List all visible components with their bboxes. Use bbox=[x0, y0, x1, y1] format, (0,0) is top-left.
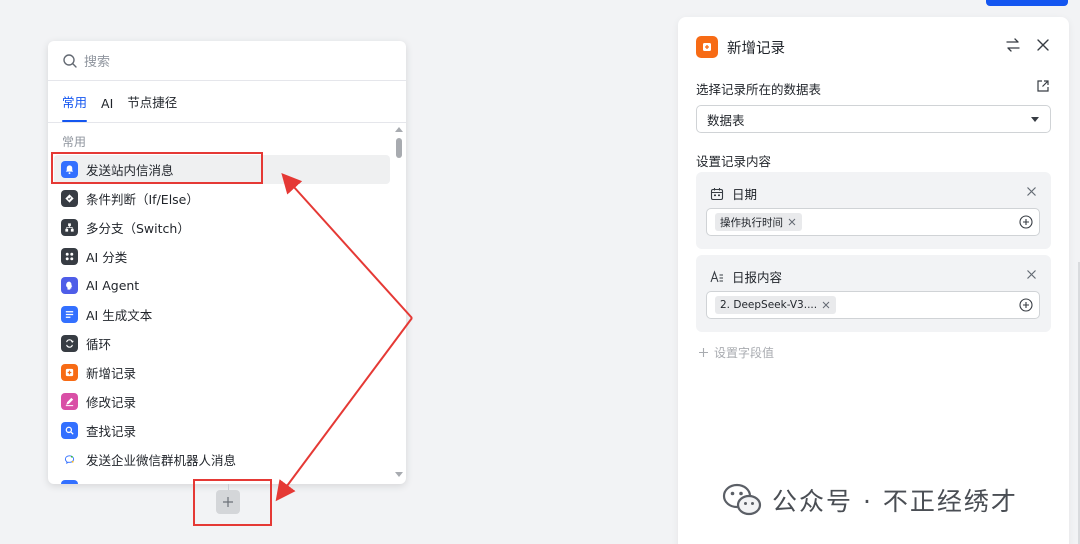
node-picker-popover: 搜索 常用 AI 节点捷径 常用 发送站内信消息 条件判断（If/Else） 多… bbox=[48, 41, 406, 484]
search-icon bbox=[63, 53, 77, 68]
value-chip[interactable]: 操作执行时间 bbox=[715, 213, 802, 231]
list-item-label: 查找记录 bbox=[86, 424, 137, 439]
list-item-label: AI 分类 bbox=[86, 250, 128, 265]
picker-tabs: 常用 AI 节点捷径 bbox=[48, 81, 406, 123]
add-value-icon[interactable] bbox=[1019, 215, 1033, 229]
pencil-icon bbox=[61, 393, 78, 410]
close-icon[interactable] bbox=[1035, 37, 1051, 53]
add-record-icon bbox=[61, 364, 78, 381]
org-branch-icon bbox=[61, 219, 78, 236]
list-item-ai-generate-text[interactable]: AI 生成文本 bbox=[54, 300, 390, 329]
list-item-label: AI Agent bbox=[86, 278, 140, 293]
table-select-label: 选择记录所在的数据表 bbox=[696, 82, 822, 97]
field-card-daily-report: 日报内容 2. DeepSeek-V3.... bbox=[696, 255, 1051, 332]
field-card-date: 日期 操作执行时间 bbox=[696, 172, 1051, 249]
search-record-icon bbox=[61, 422, 78, 439]
table-select-value: 数据表 bbox=[707, 112, 745, 128]
list-item-label: 循环 bbox=[86, 337, 112, 352]
list-item-switch[interactable]: 多分支（Switch） bbox=[54, 213, 390, 242]
list-item-edit-record[interactable]: 修改记录 bbox=[54, 387, 390, 416]
list-item-partial[interactable] bbox=[54, 474, 390, 484]
close-icon[interactable] bbox=[1026, 186, 1037, 197]
chip-label: 操作执行时间 bbox=[720, 216, 783, 229]
list-item-ai-agent[interactable]: AI Agent bbox=[54, 271, 390, 300]
record-content-label: 设置记录内容 bbox=[696, 154, 772, 169]
field-name: 日报内容 bbox=[732, 270, 783, 285]
grid-dots-icon bbox=[61, 248, 78, 265]
table-select[interactable]: 数据表 bbox=[696, 105, 1051, 133]
text-lines-icon bbox=[61, 306, 78, 323]
tab-ai[interactable]: AI bbox=[101, 96, 113, 122]
text-field-icon bbox=[710, 269, 723, 282]
list-item-label: AI 生成文本 bbox=[86, 308, 153, 323]
panel-header-actions bbox=[1005, 37, 1051, 53]
chevron-down-icon bbox=[1031, 117, 1039, 122]
add-value-icon[interactable] bbox=[1019, 298, 1033, 312]
close-icon[interactable] bbox=[1026, 269, 1037, 280]
watermark-text: 公众号 · 不正经绣才 bbox=[772, 487, 1018, 516]
field-value-input[interactable]: 2. DeepSeek-V3.... bbox=[706, 291, 1040, 319]
list-item-label: 新增记录 bbox=[86, 366, 137, 381]
bell-icon bbox=[61, 161, 78, 178]
list-item-if-else[interactable]: 条件判断（If/Else） bbox=[54, 184, 390, 213]
tab-common[interactable]: 常用 bbox=[62, 92, 88, 122]
list-item-ai-classify[interactable]: AI 分类 bbox=[54, 242, 390, 271]
agent-head-icon bbox=[61, 277, 78, 294]
list-item-loop[interactable]: 循环 bbox=[54, 329, 390, 358]
add-node-button[interactable] bbox=[216, 490, 240, 514]
list-item-add-record[interactable]: 新增记录 bbox=[54, 358, 390, 387]
add-field-value-button[interactable]: 设置字段值 bbox=[698, 344, 774, 361]
panel-header: 新增记录 bbox=[696, 35, 785, 59]
watermark: 公众号 · 不正经绣才 bbox=[722, 482, 1018, 518]
list-item-label: 修改记录 bbox=[86, 395, 137, 410]
field-header: 日期 bbox=[710, 184, 757, 203]
section-title-common: 常用 bbox=[62, 135, 87, 149]
wechat-logo-icon bbox=[722, 483, 762, 516]
chip-label: 2. DeepSeek-V3.... bbox=[720, 299, 818, 311]
add-field-label: 设置字段值 bbox=[714, 346, 775, 360]
list-item-find-record[interactable]: 查找记录 bbox=[54, 416, 390, 445]
swap-icon[interactable] bbox=[1005, 37, 1021, 53]
scrollbar-thumb[interactable] bbox=[396, 138, 402, 158]
scroll-down-arrow[interactable] bbox=[395, 472, 403, 477]
field-header: 日报内容 bbox=[710, 267, 782, 286]
add-record-panel: 新增记录 选择记录所在的数据表 数据表 设置记录内容 日期 操作执行时间 日报内… bbox=[678, 17, 1069, 544]
scroll-up-arrow[interactable] bbox=[395, 127, 403, 132]
tab-node-shortcuts[interactable]: 节点捷径 bbox=[127, 92, 177, 122]
list-item-wecom-bot[interactable]: 发送企业微信群机器人消息 bbox=[54, 445, 390, 474]
plus-icon bbox=[699, 348, 708, 357]
plus-icon bbox=[223, 497, 233, 507]
add-record-icon bbox=[696, 36, 718, 58]
list-item-label: 发送企业微信群机器人消息 bbox=[86, 453, 237, 468]
list-item-label: 发送站内信消息 bbox=[86, 163, 174, 178]
loop-icon bbox=[61, 335, 78, 352]
chat-bubble-icon bbox=[61, 451, 78, 468]
panel-title: 新增记录 bbox=[727, 40, 785, 57]
top-primary-button-edge[interactable] bbox=[986, 0, 1068, 6]
field-name: 日期 bbox=[732, 187, 758, 202]
list-item-label: 多分支（Switch） bbox=[86, 221, 190, 236]
external-link-icon[interactable] bbox=[1036, 79, 1050, 93]
node-list: 常用 发送站内信消息 条件判断（If/Else） 多分支（Switch） AI … bbox=[48, 123, 406, 484]
diamond-branch-icon bbox=[61, 190, 78, 207]
value-chip[interactable]: 2. DeepSeek-V3.... bbox=[715, 296, 837, 314]
chip-remove-icon[interactable] bbox=[822, 301, 830, 309]
list-item-label: 条件判断（If/Else） bbox=[86, 192, 199, 207]
field-value-input[interactable]: 操作执行时间 bbox=[706, 208, 1040, 236]
picker-search-bar[interactable]: 搜索 bbox=[48, 41, 406, 81]
search-input[interactable]: 搜索 bbox=[84, 51, 110, 70]
list-item-send-message[interactable]: 发送站内信消息 bbox=[54, 155, 390, 184]
partial-item-icon bbox=[61, 480, 78, 484]
calendar-icon bbox=[710, 187, 724, 200]
chip-remove-icon[interactable] bbox=[788, 218, 796, 226]
